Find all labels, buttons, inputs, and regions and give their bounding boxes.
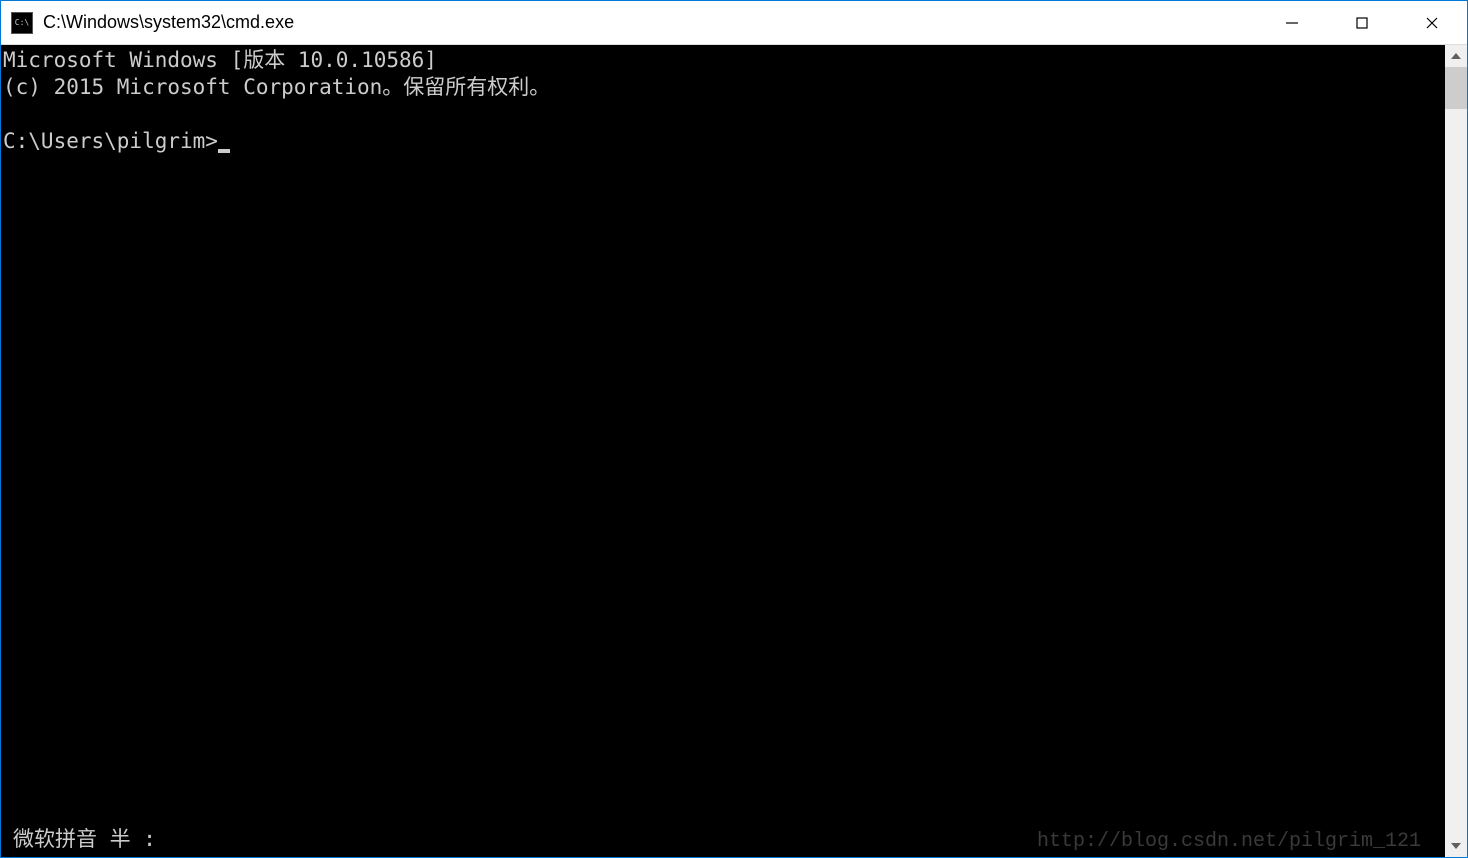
scroll-track[interactable] bbox=[1445, 67, 1467, 835]
cmd-icon: C:\ bbox=[11, 12, 33, 34]
watermark-text: http://blog.csdn.net/pilgrim_121 bbox=[1037, 828, 1421, 855]
ime-status: 微软拼音 半 : bbox=[1, 826, 156, 857]
scroll-thumb[interactable] bbox=[1445, 67, 1467, 109]
window-title: C:\Windows\system32\cmd.exe bbox=[43, 12, 1257, 33]
window-controls bbox=[1257, 1, 1467, 44]
close-button[interactable] bbox=[1397, 1, 1467, 44]
terminal-output[interactable]: Microsoft Windows [版本 10.0.10586] (c) 20… bbox=[1, 45, 1445, 857]
terminal-container: Microsoft Windows [版本 10.0.10586] (c) 20… bbox=[1, 45, 1467, 857]
maximize-button[interactable] bbox=[1327, 1, 1397, 44]
vertical-scrollbar[interactable] bbox=[1445, 45, 1467, 857]
titlebar[interactable]: C:\ C:\Windows\system32\cmd.exe bbox=[1, 1, 1467, 45]
terminal-line: (c) 2015 Microsoft Corporation。保留所有权利。 bbox=[3, 75, 550, 99]
scroll-down-icon[interactable] bbox=[1445, 835, 1467, 857]
cursor-icon bbox=[218, 149, 230, 153]
scroll-up-icon[interactable] bbox=[1445, 45, 1467, 67]
minimize-button[interactable] bbox=[1257, 1, 1327, 44]
terminal-line: Microsoft Windows [版本 10.0.10586] bbox=[3, 48, 437, 72]
terminal-prompt: C:\Users\pilgrim> bbox=[3, 129, 218, 153]
